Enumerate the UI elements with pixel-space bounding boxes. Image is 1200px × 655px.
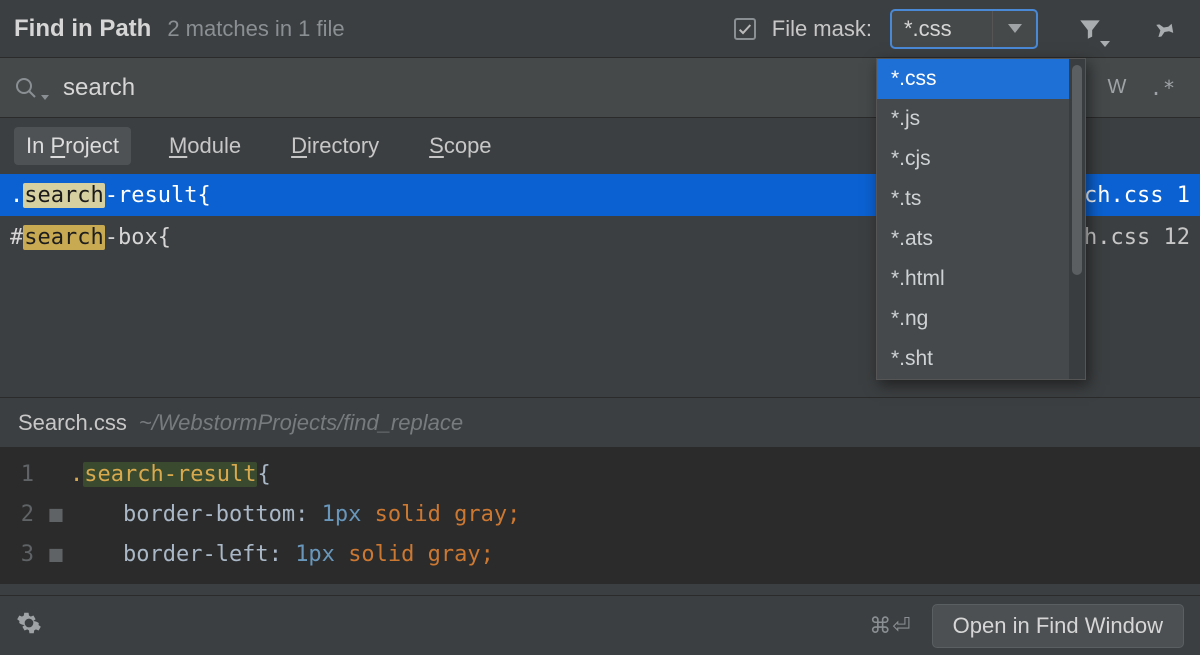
open-in-find-window-button[interactable]: Open in Find Window [932, 604, 1184, 648]
dropdown-item[interactable]: *.html [877, 259, 1069, 299]
dropdown-item[interactable]: *.ts [877, 179, 1069, 219]
file-mask-select[interactable]: *.css [890, 9, 1038, 49]
file-mask-dropdown-button[interactable] [992, 11, 1036, 47]
filter-button[interactable] [1068, 9, 1112, 49]
dropdown-item[interactable]: *.css [877, 59, 1069, 99]
dialog-title: Find in Path [14, 15, 151, 43]
dropdown-item[interactable]: *.sht [877, 339, 1069, 379]
file-mask-value: *.css [892, 11, 992, 47]
scope-tab-scope[interactable]: Scope [417, 127, 503, 165]
bottom-bar: ⌘⏎ Open in Find Window [0, 595, 1200, 655]
file-mask-dropdown[interactable]: *.css*.js*.cjs*.ts*.ats*.html*.ng*.sht [876, 58, 1086, 380]
search-history-button[interactable] [14, 76, 49, 100]
regex-toggle[interactable]: .* [1140, 70, 1186, 106]
pin-button[interactable] [1142, 9, 1186, 49]
file-mask-label: File mask: [772, 16, 872, 42]
chevron-down-icon [1100, 41, 1110, 47]
chevron-down-icon [41, 95, 49, 100]
code-line: 3■ border-left: 1px solid gray; [0, 534, 1200, 574]
titlebar: Find in Path 2 matches in 1 file File ma… [0, 0, 1200, 58]
file-mask-checkbox[interactable] [734, 18, 756, 40]
scrollbar-thumb[interactable] [1072, 65, 1082, 275]
whole-word-toggle[interactable]: W [1094, 70, 1140, 106]
dropdown-scrollbar[interactable] [1069, 59, 1085, 379]
preview-header: Search.css ~/WebstormProjects/find_repla… [0, 398, 1200, 448]
code-preview: 1.search-result{2■ border-bottom: 1px so… [0, 448, 1200, 584]
code-line: 1.search-result{ [0, 454, 1200, 494]
dropdown-item[interactable]: *.ats [877, 219, 1069, 259]
preview-path: ~/WebstormProjects/find_replace [139, 410, 463, 436]
dropdown-item[interactable]: *.cjs [877, 139, 1069, 179]
dropdown-item[interactable]: *.js [877, 99, 1069, 139]
chevron-down-icon [1008, 24, 1022, 33]
settings-button[interactable] [16, 610, 42, 642]
dropdown-item[interactable]: *.ng [877, 299, 1069, 339]
keyboard-shortcut: ⌘⏎ [869, 613, 911, 639]
scope-tab-in-project[interactable]: In Project [14, 127, 131, 165]
match-count: 2 matches in 1 file [167, 16, 344, 42]
scope-tab-directory[interactable]: Directory [279, 127, 391, 165]
preview-filename: Search.css [18, 410, 127, 436]
scope-tab-module[interactable]: Module [157, 127, 253, 165]
code-line: 2■ border-bottom: 1px solid gray; [0, 494, 1200, 534]
